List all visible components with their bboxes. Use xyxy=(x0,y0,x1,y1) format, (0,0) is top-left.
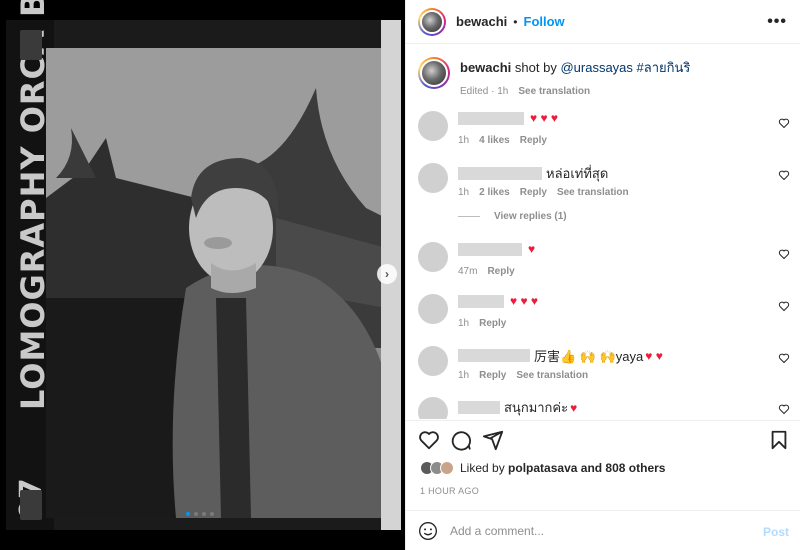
comment-reply[interactable]: Reply xyxy=(479,318,506,329)
save-bookmark-icon[interactable] xyxy=(768,429,790,451)
author-username[interactable]: bewachi xyxy=(456,14,507,29)
commenter-avatar[interactable] xyxy=(418,397,448,419)
comment-see-translation[interactable]: See translation xyxy=(516,370,588,381)
post-side-panel: bewachi • Follow ••• bewachi shot by @ur… xyxy=(405,0,800,550)
comment-see-translation[interactable]: See translation xyxy=(557,187,629,198)
redacted-username xyxy=(458,294,504,308)
add-comment-bar: Post xyxy=(406,510,800,550)
post-photo[interactable]: LOMOGRAPHY ORCA BW 1 07 xyxy=(0,0,405,550)
heart-outline-icon[interactable] xyxy=(778,248,790,260)
comment-likes[interactable]: 4 likes xyxy=(479,135,510,146)
post-comment-button[interactable]: Post xyxy=(763,525,789,539)
comment-time: 1h xyxy=(458,187,470,198)
comment-likes[interactable]: 2 likes xyxy=(479,187,510,198)
comment-input[interactable] xyxy=(450,523,740,538)
caption-see-translation[interactable]: See translation xyxy=(518,86,590,97)
heart-outline-icon[interactable] xyxy=(778,403,790,415)
comment-hearts: ♥ xyxy=(528,242,536,256)
view-replies-label: View replies (1) xyxy=(494,211,567,222)
carousel-next-button[interactable]: › xyxy=(377,264,397,284)
comment-reply[interactable]: Reply xyxy=(487,266,514,277)
separator-dot: • xyxy=(513,14,518,29)
commenter-avatar[interactable] xyxy=(418,346,448,376)
comment-time: 1h xyxy=(458,370,470,381)
comment-text: หล่อเท่ที่สุด xyxy=(546,166,609,181)
comment-time: 1h xyxy=(458,318,470,329)
sprocket-hole xyxy=(20,30,42,60)
commenter-avatar[interactable] xyxy=(418,163,448,193)
redacted-username xyxy=(458,349,530,362)
comment-text: สนุกมากค่ะ xyxy=(504,400,569,415)
caption-username[interactable]: bewachi xyxy=(460,60,511,75)
liked-by-prefix: Liked by xyxy=(460,461,505,475)
post-caption: bewachi shot by @urassayas #ลายกินริ Edi… xyxy=(418,57,690,97)
liker-avatar xyxy=(440,461,454,475)
sprocket-hole xyxy=(20,490,42,520)
comment-reply[interactable]: Reply xyxy=(520,135,547,146)
liked-by-others[interactable]: and 808 others xyxy=(581,461,666,475)
heart-outline-icon[interactable] xyxy=(778,352,790,364)
comments-list[interactable]: bewachi shot by @urassayas #ลายกินริ Edi… xyxy=(406,45,800,419)
comment-hearts: ♥ ♥ ♥ xyxy=(510,294,539,308)
caption-text: shot by xyxy=(514,60,557,75)
carousel-dot xyxy=(210,512,214,516)
comment-hearts: ♥ ♥ xyxy=(645,348,663,363)
portrait-illustration xyxy=(46,48,386,518)
post-header: bewachi • Follow ••• xyxy=(406,0,800,44)
carousel-dot xyxy=(202,512,206,516)
view-replies-button[interactable]: View replies (1) xyxy=(458,211,567,222)
comment-time: 1h xyxy=(458,135,470,146)
commenter-avatar[interactable] xyxy=(418,242,448,272)
comment-hearts: ♥ xyxy=(570,400,578,415)
likes-summary[interactable]: Liked by polpatasava and 808 others xyxy=(420,461,665,475)
caption-hashtag[interactable]: #ลายกินริ xyxy=(637,60,691,75)
comment-reply[interactable]: Reply xyxy=(479,370,506,381)
redacted-username xyxy=(458,401,500,414)
heart-outline-icon[interactable] xyxy=(778,169,790,181)
emoji-icon[interactable] xyxy=(418,521,438,541)
redacted-username xyxy=(458,111,524,125)
carousel-dot xyxy=(194,512,198,516)
caption-mention[interactable]: @urassayas xyxy=(560,60,632,75)
carousel-dots xyxy=(186,512,214,516)
share-send-icon[interactable] xyxy=(482,429,504,451)
carousel-dot xyxy=(186,512,190,516)
commenter-avatar[interactable] xyxy=(418,294,448,324)
redacted-username xyxy=(458,167,542,180)
comment-hearts: ♥ ♥ ♥ xyxy=(530,111,559,125)
post-timestamp: 1 HOUR AGO xyxy=(420,486,480,496)
comment-time: 47m xyxy=(458,266,478,277)
comment-reply[interactable]: Reply xyxy=(520,187,547,198)
photo-frame xyxy=(46,48,386,518)
caption-avatar[interactable] xyxy=(418,57,450,89)
like-heart-icon[interactable] xyxy=(418,429,440,451)
comment-text: 厉害👍 🙌 🙌yaya xyxy=(534,349,644,364)
heart-outline-icon[interactable] xyxy=(778,300,790,312)
more-options-icon[interactable]: ••• xyxy=(767,13,787,31)
comment-bubble-icon[interactable] xyxy=(450,429,472,451)
post-action-bar xyxy=(406,420,800,456)
liked-by-user[interactable]: polpatasava xyxy=(508,461,577,475)
commenter-avatar[interactable] xyxy=(418,111,448,141)
caption-edited: Edited · 1h xyxy=(460,86,509,97)
redacted-username xyxy=(458,242,522,256)
heart-outline-icon[interactable] xyxy=(778,117,790,129)
author-avatar[interactable] xyxy=(418,7,446,36)
follow-button[interactable]: Follow xyxy=(524,14,565,29)
film-negative: LOMOGRAPHY ORCA BW 1 07 xyxy=(6,0,401,530)
instagram-post-view: LOMOGRAPHY ORCA BW 1 07 xyxy=(0,0,800,550)
